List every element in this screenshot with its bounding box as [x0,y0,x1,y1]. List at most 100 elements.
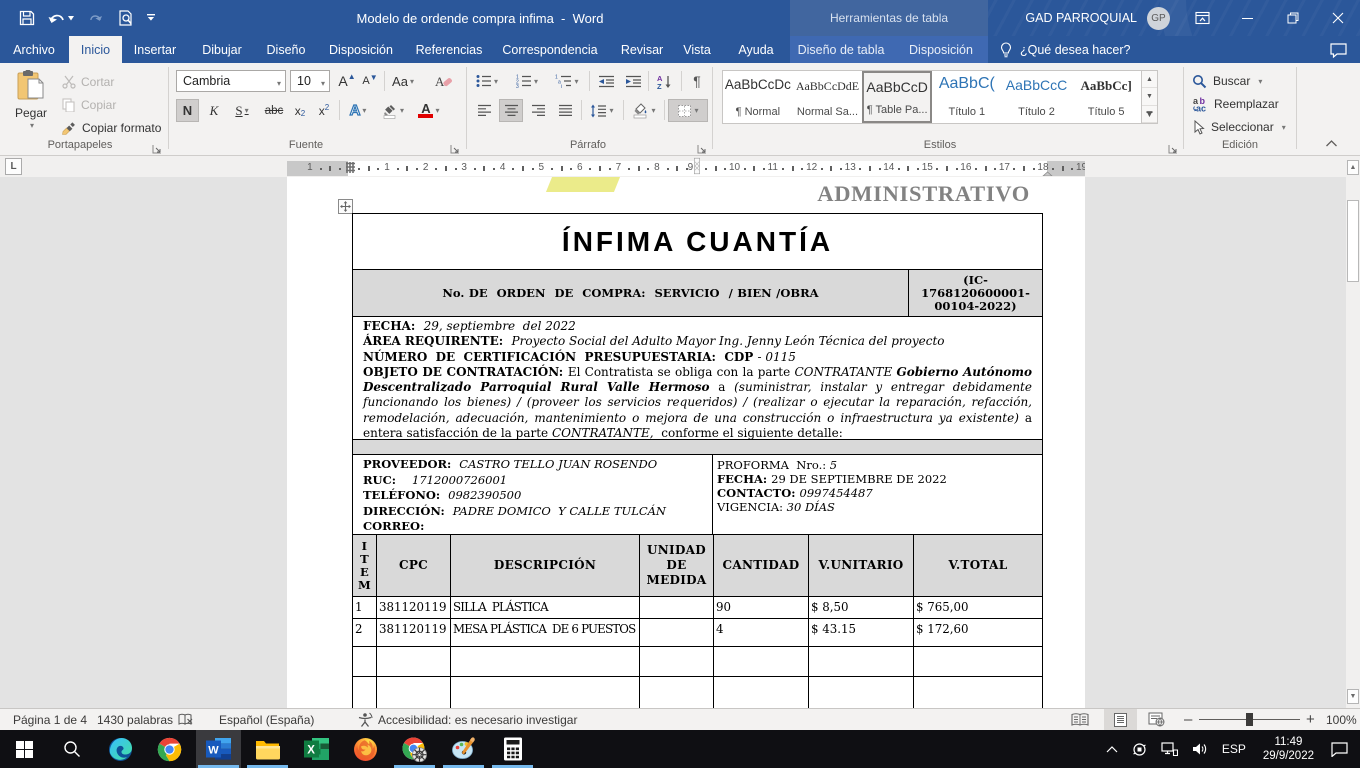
font-color-button[interactable]: A▾ [413,99,445,122]
taskbar-chrome-button[interactable] [147,730,192,768]
taskbar-search-button[interactable] [49,730,94,768]
replace-button[interactable]: abac Reemplazar [1192,94,1279,114]
tray-clock[interactable]: 11:49 29/9/2022 [1263,735,1314,763]
items-header-descripcion[interactable]: DESCRIPCIÓN [451,535,640,597]
undo-button[interactable] [42,3,80,33]
borders-button[interactable]: ▾ [668,99,708,122]
style-titulo-5[interactable]: AaBbCc] Título 5 [1071,71,1141,123]
items-header-item[interactable]: ITEM [352,535,377,597]
find-button[interactable]: Buscar▾ [1192,71,1262,91]
items-header-unidad[interactable]: UNIDADDEMEDIDA [640,535,714,597]
items-header-vunitario[interactable]: V.UNITARIO [809,535,914,597]
style-normal[interactable]: AaBbCcDc ¶ Normal [723,71,793,123]
taskbar-edge-button[interactable] [98,730,143,768]
paste-button[interactable]: Pegar ▾ [8,68,54,136]
tab-diseno[interactable]: Diseño [258,36,314,63]
clear-formatting-button[interactable]: A [432,70,456,92]
bullets-button[interactable]: ▾ [472,70,502,92]
copy-button[interactable]: Copiar [62,94,116,116]
read-mode-button[interactable] [1071,709,1089,730]
tell-me-search[interactable]: ¿Qué desea hacer? [1000,36,1131,63]
separator-row[interactable] [352,440,1043,455]
tab-vista[interactable]: Vista [673,36,721,63]
paragraph-dialog-launcher[interactable] [697,141,709,153]
tray-expand-icon[interactable] [1106,745,1118,753]
print-preview-button[interactable] [110,3,140,33]
tab-ayuda[interactable]: Ayuda [728,36,784,63]
provider-row[interactable]: PROVEEDOR: CASTRO TELLO JUAN ROSENDORUC:… [352,455,1043,535]
tab-referencias[interactable]: Referencias [415,36,483,63]
style-normal-sa[interactable]: AaBbCcDdE Normal Sa... [793,71,863,123]
shrink-font-button[interactable]: A▼ [359,70,381,92]
tray-volume-icon[interactable] [1192,742,1208,756]
bold-button[interactable]: N [176,99,199,122]
tab-inicio[interactable]: Inicio [69,36,122,63]
increase-indent-button[interactable] [621,70,645,92]
taskbar-paint-button[interactable] [441,730,486,768]
tab-dibujar[interactable]: Dibujar [194,36,250,63]
shading-button[interactable]: ▾ [627,99,661,122]
strikethrough-button[interactable]: abc [261,99,287,122]
accessibility-icon[interactable] [357,709,373,730]
tray-sync-icon[interactable] [1132,742,1147,757]
font-family-combobox[interactable]: Cambria ▾ [176,70,286,92]
subscript-button[interactable]: x2 [289,99,311,122]
text-effects-button[interactable]: A▾ [343,99,373,122]
select-button[interactable]: Seleccionar▾ [1192,117,1286,137]
underline-button[interactable]: S▾ [227,99,257,122]
page-indicator[interactable]: Página 1 de 4 [13,709,87,730]
scrollbar-thumb[interactable] [1347,200,1359,282]
style-titulo-2[interactable]: AaBbCcC Título 2 [1002,71,1072,123]
tab-disposicion[interactable]: Disposición [327,36,395,63]
item-row-4[interactable] [352,677,1043,708]
item-row-2[interactable]: 2 381120119 MESA PLÁSTICA DE 6 PUESTOS 4… [352,619,1043,647]
tab-selector[interactable]: L [5,158,22,175]
taskbar-excel-button[interactable]: X [294,730,339,768]
tray-language[interactable]: ESP [1222,742,1246,756]
zoom-out-button[interactable]: – [1184,709,1192,730]
multilevel-list-button[interactable]: 1ai▾ [550,70,584,92]
justify-button[interactable] [553,99,577,122]
accessibility-status[interactable]: Accesibilidad: es necesario investigar [378,709,577,730]
comments-button[interactable] [1324,39,1352,61]
minimize-button[interactable] [1225,0,1270,36]
zoom-in-button[interactable]: + [1306,709,1315,730]
font-dialog-launcher[interactable] [450,141,462,153]
taskbar-explorer-button[interactable] [245,730,290,768]
clipboard-dialog-launcher[interactable] [152,141,164,153]
highlight-button[interactable]: ▾ [377,99,409,122]
numbering-button[interactable]: 123▾ [511,70,543,92]
close-button[interactable] [1315,0,1360,36]
styles-scroll-down[interactable]: ▼ [1142,88,1157,105]
font-size-combobox[interactable]: 10 ▾ [290,70,330,92]
show-paragraph-marks-button[interactable]: ¶ [685,70,709,92]
taskbar-firefox-button[interactable] [343,730,388,768]
taskbar-word-button[interactable]: W [196,730,241,768]
change-case-button[interactable]: Aa▾ [388,70,418,92]
ribbon-display-options-button[interactable] [1180,0,1225,36]
qat-customize-button[interactable] [140,3,162,33]
print-layout-button[interactable] [1104,709,1137,730]
item-row-3[interactable] [352,647,1043,677]
proofing-icon[interactable] [178,709,194,730]
styles-scroll-up[interactable]: ▲ [1142,71,1157,88]
document-area[interactable]: ADMINISTRATIVO ÍNFIMA CUANTÍA No. DE ORD… [0,177,1346,708]
web-layout-button[interactable] [1148,709,1165,730]
horizontal-ruler[interactable]: 112345678910111213141516171819 [287,161,1085,176]
scroll-down-button[interactable]: ▼ [1347,689,1359,704]
order-number-row[interactable]: No. DE ORDEN DE COMPRA: SERVICIO / BIEN … [352,270,1043,317]
zoom-level[interactable]: 100% [1326,709,1357,730]
tab-correspondencia[interactable]: Correspondencia [498,36,602,63]
order-code-cell[interactable]: (IC- 1768120600001- 00104-2022) [909,270,1042,316]
grow-font-button[interactable]: A▲ [336,70,358,92]
word-count[interactable]: 1430 palabras [97,709,173,730]
provider-cell[interactable]: PROVEEDOR: CASTRO TELLO JUAN ROSENDORUC:… [353,455,713,534]
redo-button[interactable] [80,3,110,33]
sort-button[interactable]: AZ [652,70,678,92]
tab-diseno-de-tabla[interactable]: Diseño de tabla [793,36,889,63]
items-header-vtotal[interactable]: V.TOTAL [914,535,1043,597]
language-indicator[interactable]: Español (España) [219,709,314,730]
restore-button[interactable] [1270,0,1315,36]
tray-network-icon[interactable] [1161,742,1178,756]
table-title-cell[interactable]: ÍNFIMA CUANTÍA [352,213,1043,270]
